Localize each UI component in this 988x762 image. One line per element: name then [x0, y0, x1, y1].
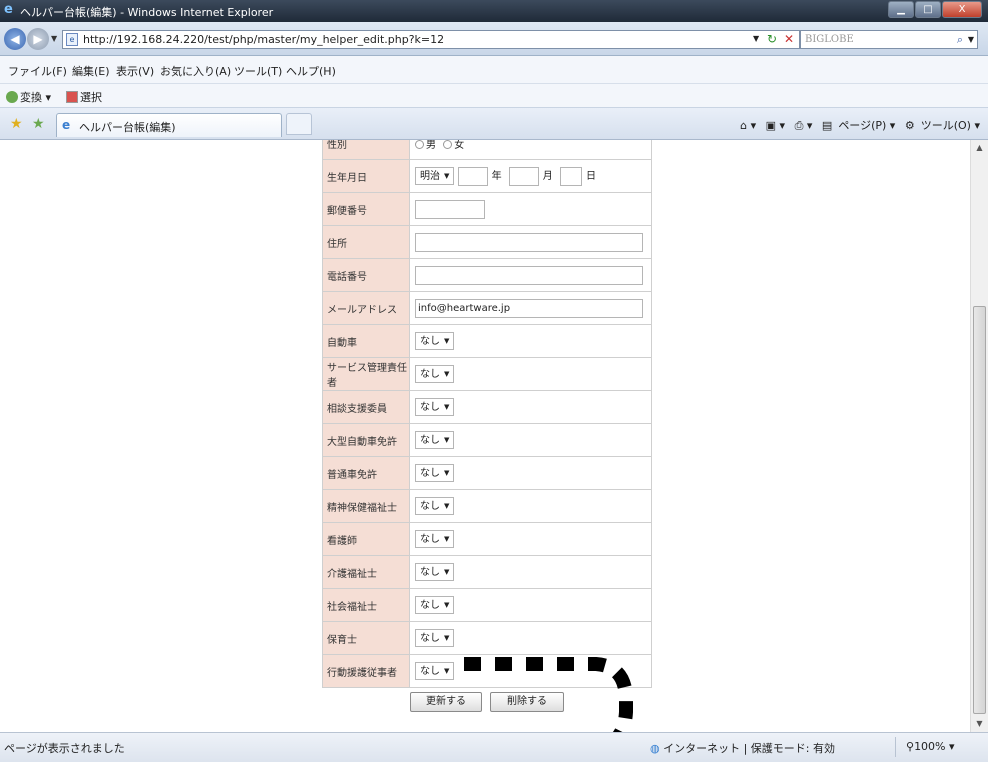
zone-text: インターネット | 保護モード: 有効	[663, 742, 836, 755]
security-zone[interactable]: ◍ インターネット | 保護モード: 有効	[650, 740, 835, 756]
status-bar: ページが表示されました ◍ インターネット | 保護モード: 有効 ⚲100% …	[0, 732, 988, 762]
globe-icon: ◍	[650, 742, 660, 755]
status-text: ページが表示されました	[4, 742, 125, 755]
zoom-value: 100%	[914, 740, 946, 753]
scroll-up-arrow[interactable]: ▲	[971, 140, 988, 156]
highlight-annotation	[460, 657, 633, 753]
scroll-down-arrow[interactable]: ▼	[971, 716, 988, 732]
scrollbar-thumb[interactable]	[973, 306, 986, 714]
zoom-icon: ⚲	[906, 740, 915, 753]
zoom-control[interactable]: ⚲100% ▾	[906, 740, 955, 753]
status-separator	[895, 737, 896, 757]
vertical-scrollbar[interactable]: ▲ ▼	[970, 140, 988, 732]
